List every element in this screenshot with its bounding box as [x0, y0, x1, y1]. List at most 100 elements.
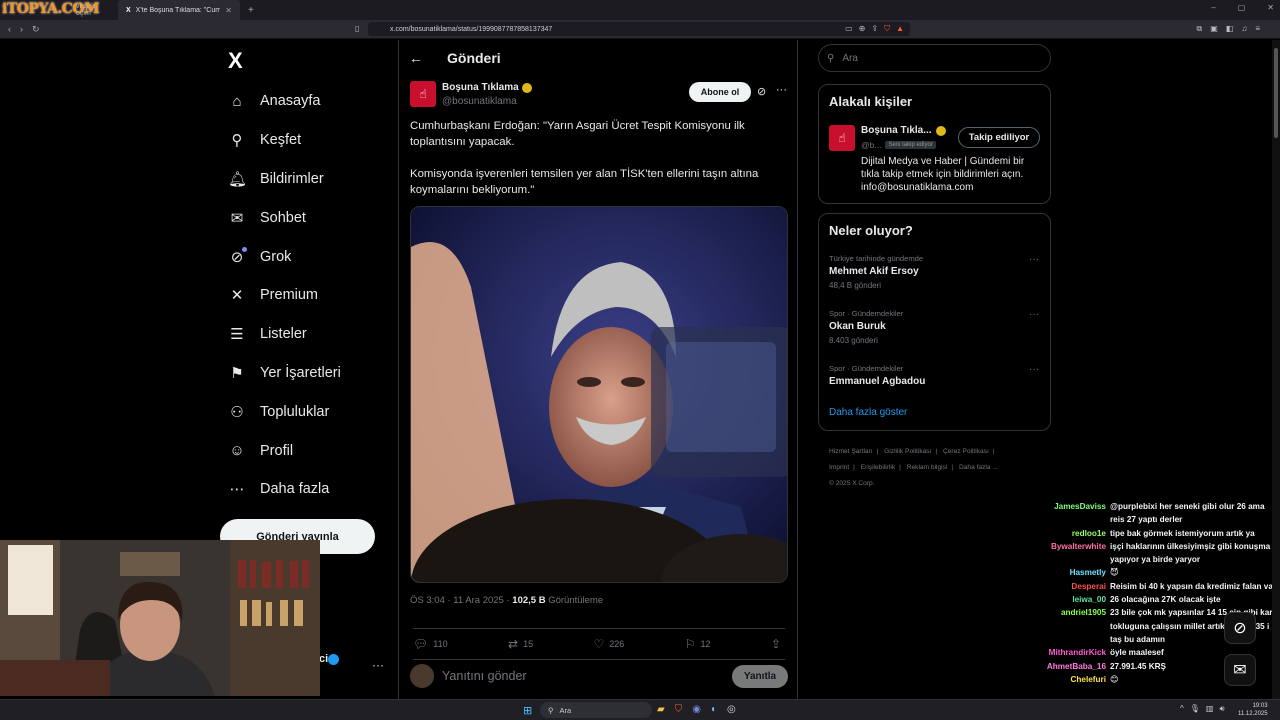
trend-item[interactable]: Türkiye tarihinde gündemde Mehmet Akif E…	[829, 254, 1039, 290]
author-avatar[interactable]: ☝	[410, 81, 436, 107]
back-arrow-icon[interactable]: ←	[409, 50, 423, 66]
footer-separator: |	[899, 464, 901, 471]
post-time[interactable]: ÖS 3:04 · 11 Ara 2025 ·	[410, 595, 512, 606]
nav-item-lists[interactable]: ☰ Listeler	[228, 315, 341, 354]
trend-more-icon[interactable]: ···	[1029, 309, 1039, 320]
reply-action[interactable]: 💬︎ 110	[413, 637, 448, 651]
maximize-icon[interactable]: ▢	[1238, 3, 1246, 12]
show-more-link[interactable]: Daha fazla göster	[829, 407, 907, 418]
nav-item-chat[interactable]: ✉ Sohbet	[228, 198, 341, 237]
volume-icon[interactable]: 🔊︎	[1219, 704, 1224, 714]
extensions-icon[interactable]: ⧉	[1196, 24, 1202, 34]
bookmark-page-icon[interactable]: ▯	[355, 24, 359, 33]
account-more-icon[interactable]: ···	[372, 658, 384, 672]
chat-message: Bywalterwhite işçi haklarının ülkesiyimşi…	[1028, 540, 1280, 567]
nav-item-more[interactable]: ⋯ Daha fazla	[228, 470, 341, 509]
related-name[interactable]: Boşuna Tıkla...	[861, 125, 946, 136]
close-tab-icon[interactable]: ✕	[225, 6, 232, 15]
account-name[interactable]: ci	[319, 653, 328, 665]
chat-message-icon[interactable]: ✉	[1224, 654, 1256, 686]
close-window-icon[interactable]: ✕	[1267, 3, 1274, 12]
share-action[interactable]: ⇪	[771, 637, 781, 651]
minimize-icon[interactable]: –	[1211, 3, 1215, 12]
rewards-icon[interactable]: ▲	[896, 24, 904, 34]
views-count: 102,5 B	[512, 595, 546, 606]
page-scrollbar[interactable]	[1272, 40, 1280, 700]
chat-username[interactable]: Chelefuri	[1028, 673, 1107, 686]
wallet-icon[interactable]: ◧	[1226, 24, 1234, 34]
chat-username[interactable]: andriel1905	[1028, 606, 1106, 646]
reply-button[interactable]: Yanıtla	[732, 664, 788, 688]
discord-icon[interactable]: ◉	[692, 704, 701, 715]
brave-shield-icon[interactable]: ⛉	[884, 24, 890, 34]
nav-item-profile[interactable]: ☺ Profil	[228, 431, 341, 470]
footer-link[interactable]: Daha fazla ...	[959, 464, 998, 471]
reply-input[interactable]: Yanıtını gönder	[442, 669, 527, 683]
chat-username[interactable]: AhmetBaba_16	[1028, 660, 1106, 673]
zoom-icon[interactable]: ⊕	[859, 24, 866, 34]
scroll-thumb[interactable]	[1274, 48, 1278, 138]
brave-browser-icon[interactable]: ⛉	[675, 704, 683, 715]
chat-grok-icon[interactable]: ⊘	[1224, 612, 1256, 644]
nav-item-explore[interactable]: ⚲ Keşfet	[228, 121, 341, 160]
taskbar-search[interactable]: ⚲ Ara	[540, 702, 652, 718]
grok-explain-icon[interactable]: ⊘	[757, 85, 766, 98]
trend-more-icon[interactable]: ···	[1029, 364, 1039, 375]
chat-username[interactable]: redloo1e	[1028, 527, 1106, 540]
nav-item-bookmarks[interactable]: ⚑ Yer İşaretleri	[228, 354, 341, 393]
following-button[interactable]: Takip ediliyor	[958, 127, 1040, 148]
trend-item[interactable]: Spor · Gündemdekiler Emmanuel Agbadou ··…	[829, 364, 1039, 387]
music-icon[interactable]: ♫	[1241, 24, 1247, 34]
chat-username[interactable]: MithrandirKick	[1028, 646, 1106, 659]
taskbar-search-text: Ara	[559, 705, 572, 715]
subscribe-button[interactable]: Abone ol	[689, 82, 751, 102]
mic-icon[interactable]: 🎙︎	[1190, 704, 1200, 714]
chat-username[interactable]: Hasmetly	[1028, 566, 1106, 579]
trend-item[interactable]: Spor · Gündemdekiler Okan Buruk 8.403 gö…	[829, 309, 1039, 345]
x-logo[interactable]: X	[228, 48, 243, 74]
file-explorer-icon[interactable]: ▰	[657, 704, 665, 715]
nav-item-premium[interactable]: ✕ Premium	[228, 276, 341, 315]
footer-link[interactable]: Çerez Politikası	[943, 448, 989, 455]
nav-item-communities[interactable]: ⚇ Topluluklar	[228, 392, 341, 431]
url-field[interactable]: x.com/bosunatiklama/status/1999087787858…	[368, 22, 910, 36]
footer-link[interactable]: Reklam bilgisi	[907, 464, 948, 471]
author-name[interactable]: Boşuna Tıklama	[442, 82, 532, 93]
bookmark-action[interactable]: ⚐ 12	[685, 637, 711, 651]
repost-action[interactable]: ⇄ 15	[508, 637, 533, 651]
new-tab-icon[interactable]: +	[248, 5, 254, 16]
obs-icon[interactable]: ◎	[727, 704, 736, 715]
network-icon[interactable]: ▥	[1206, 704, 1214, 714]
like-action[interactable]: ♡ 226	[594, 637, 625, 651]
more-options-icon[interactable]: ···	[776, 84, 787, 96]
chat-username[interactable]: JamesDaviss	[1028, 500, 1106, 527]
nav-item-grok[interactable]: ⊘ Grok	[228, 237, 341, 276]
nav-item-notifications[interactable]: 🔔︎ Bildirimler	[228, 160, 341, 199]
share-icon[interactable]: ⇪	[871, 24, 878, 34]
steam-icon[interactable]: ◐	[711, 704, 717, 715]
back-icon[interactable]: ‹	[8, 24, 11, 35]
chat-username[interactable]: Desperai	[1028, 580, 1106, 593]
author-handle[interactable]: @bosunatiklama	[442, 96, 517, 107]
reload-icon[interactable]: ↻	[32, 24, 40, 35]
trend-more-icon[interactable]: ···	[1029, 254, 1039, 265]
related-avatar[interactable]: ☝	[829, 125, 855, 151]
nav-item-home[interactable]: ⌂ Anasayfa	[228, 82, 341, 121]
reader-icon[interactable]: ▭	[845, 24, 853, 34]
footer-link[interactable]: Gizlilik Politikası	[884, 448, 931, 455]
bookmark-icon: ⚑	[230, 364, 244, 382]
sidebar-icon[interactable]: ▣	[1210, 24, 1218, 34]
chat-username[interactable]: Bywalterwhite	[1028, 540, 1106, 567]
taskbar-clock[interactable]: 19:03 11.12.2025	[1238, 702, 1268, 718]
menu-icon[interactable]: ≡	[1255, 24, 1260, 34]
footer-link[interactable]: Hizmet Şartları	[829, 448, 873, 455]
post-image[interactable]	[410, 206, 788, 583]
footer-link[interactable]: Erişilebilirlik	[861, 464, 895, 471]
browser-tab-active[interactable]: X X'te Boşuna Tıklama: "Cumhurba ✕	[118, 0, 240, 20]
chat-username[interactable]: leiwa_00	[1028, 593, 1106, 606]
footer-link[interactable]: Imprint	[829, 464, 849, 471]
windows-start-icon[interactable]: ⊞	[523, 704, 532, 717]
search-input[interactable]: ⚲ Ara	[818, 44, 1051, 72]
forward-icon[interactable]: ›	[20, 24, 23, 35]
tray-chevron-icon[interactable]: ^	[1180, 704, 1184, 714]
